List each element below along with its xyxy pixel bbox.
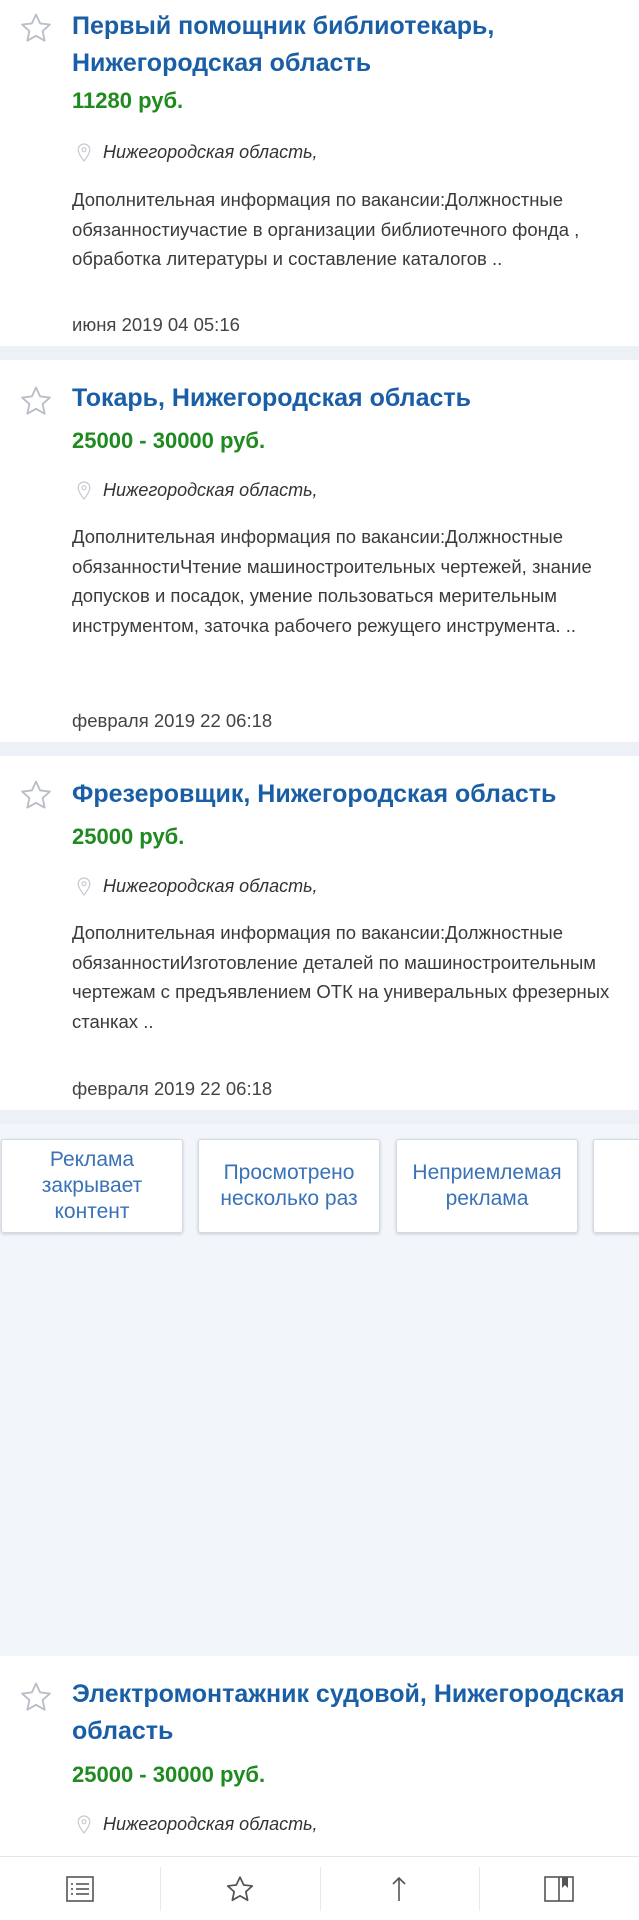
- bottom-navigation: [0, 1856, 639, 1920]
- location-pin-icon: [77, 876, 91, 896]
- vacancy-title[interactable]: Токарь, Нижегородская область: [72, 380, 631, 417]
- nav-reader-button[interactable]: [479, 1857, 639, 1920]
- vacancy-location: Нижегородская область,: [72, 874, 318, 898]
- nav-list-button[interactable]: [0, 1857, 160, 1920]
- ad-feedback-option[interactable]: Не: [593, 1139, 639, 1233]
- vacancy-description: Дополнительная информация по вакансии:До…: [72, 526, 592, 636]
- ad-feedback-option[interactable]: Неприемлемая реклама: [396, 1139, 578, 1233]
- location-text: Нижегородская область,: [103, 142, 318, 162]
- favorite-star-icon[interactable]: [19, 11, 53, 45]
- location-pin-icon: [77, 1814, 91, 1834]
- vacancy-salary: 25000 - 30000 руб.: [72, 1762, 266, 1787]
- vacancy-salary: 25000 руб.: [72, 824, 185, 849]
- favorite-star-icon[interactable]: [19, 384, 53, 418]
- vacancy-card[interactable]: Первый помощник библиотекарь, Нижегородс…: [0, 0, 639, 346]
- vacancy-description: Дополнительная информация по вакансии:До…: [72, 189, 580, 269]
- vacancy-card[interactable]: Фрезеровщик, Нижегородская область 25000…: [0, 756, 639, 1110]
- location-pin-icon: [77, 480, 91, 500]
- location-pin-icon: [77, 142, 91, 162]
- vacancy-date: июня 2019 04 05:16: [72, 314, 240, 335]
- favorite-star-icon[interactable]: [19, 778, 53, 812]
- location-text: Нижегородская область,: [103, 480, 318, 500]
- vacancy-date: февраля 2019 22 06:18: [72, 710, 273, 731]
- vacancy-location: Нижегородская область,: [72, 478, 318, 502]
- list-icon: [66, 1875, 94, 1902]
- ad-feedback-panel: Реклама закрывает контент Просмотрено не…: [0, 1124, 639, 1656]
- ad-feedback-option[interactable]: Реклама закрывает контент: [1, 1139, 183, 1233]
- card-separator: [0, 346, 639, 360]
- card-separator: [0, 742, 639, 756]
- vacancy-card[interactable]: Электромонтажник судовой, Нижегородская …: [0, 1656, 639, 1856]
- book-icon: [544, 1875, 574, 1902]
- vacancy-title[interactable]: Электромонтажник судовой, Нижегородская …: [72, 1676, 639, 1750]
- card-separator: [0, 1110, 639, 1124]
- location-text: Нижегородская область,: [103, 1814, 318, 1834]
- arrow-up-icon: [392, 1876, 406, 1901]
- favorite-star-icon[interactable]: [19, 1680, 53, 1714]
- vacancy-salary: 11280 руб.: [72, 88, 184, 113]
- vacancy-salary: 25000 - 30000 руб.: [72, 428, 266, 453]
- nav-scroll-top-button[interactable]: [319, 1857, 480, 1920]
- vacancy-description: Дополнительная информация по вакансии:До…: [72, 922, 610, 1032]
- vacancy-title[interactable]: Первый помощник библиотекарь, Нижегородс…: [72, 8, 631, 82]
- nav-favorites-button[interactable]: [159, 1857, 320, 1920]
- vacancy-title[interactable]: Фрезеровщик, Нижегородская область: [72, 776, 631, 813]
- location-text: Нижегородская область,: [103, 876, 318, 896]
- vacancy-date: февраля 2019 22 06:18: [72, 1078, 273, 1099]
- vacancy-location: Нижегородская область,: [72, 140, 318, 164]
- star-icon: [226, 1875, 253, 1901]
- vacancy-card[interactable]: Токарь, Нижегородская область 25000 - 30…: [0, 360, 639, 742]
- ad-feedback-option[interactable]: Просмотрено несколько раз: [198, 1139, 380, 1233]
- vacancy-location: Нижегородская область,: [72, 1812, 318, 1836]
